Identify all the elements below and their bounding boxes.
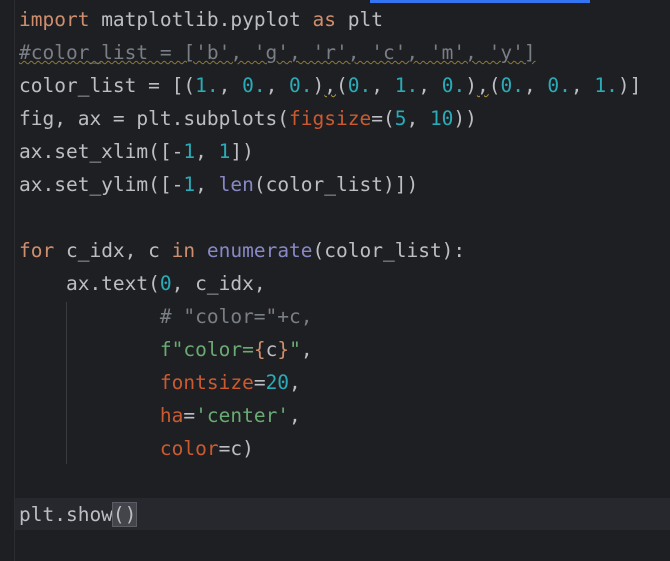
code-text: fig, ax = plt.subplots(	[19, 107, 290, 130]
number: 5	[394, 107, 407, 130]
code-line-4[interactable]: fig, ax = plt.subplots(figsize=(5, 10))	[19, 105, 477, 133]
keyword-in: in	[171, 239, 196, 262]
code-line-5[interactable]: ax.set_xlim([-1, 1])	[19, 138, 254, 166]
fstring-start: f"color=	[159, 338, 254, 361]
code-text: =(	[371, 107, 395, 130]
module-name: matplotlib.pyplot	[89, 8, 313, 31]
comma-warning: ,	[324, 74, 337, 97]
code-editor[interactable]: import matplotlib.pyplot as plt #color_l…	[0, 0, 670, 561]
code-line-1[interactable]: import matplotlib.pyplot as plt	[19, 6, 383, 34]
code-text: ,	[523, 74, 548, 97]
number: 0	[159, 272, 172, 295]
code-text: =	[253, 371, 266, 394]
number: 1	[183, 140, 196, 163]
number: 0.	[500, 74, 524, 97]
code-text: ))	[453, 107, 477, 130]
code-text: ,	[300, 338, 313, 361]
fstring-end: "	[289, 338, 301, 361]
code-line-13[interactable]: ha='center',	[19, 402, 301, 430]
code-line-11[interactable]: f"color={c}",	[19, 336, 313, 364]
keyword-argument: color	[159, 437, 219, 460]
fstring-brace: {	[253, 338, 266, 361]
string-literal: 'center'	[195, 404, 290, 427]
code-text: ,	[218, 74, 243, 97]
code-line-16[interactable]: plt.show()	[19, 501, 138, 529]
number: 0.	[347, 74, 372, 97]
code-text: (color_list):	[312, 239, 466, 262]
fstring-expression: c	[265, 338, 278, 361]
code-text: , c_idx,	[171, 272, 266, 295]
code-text: ,	[570, 74, 595, 97]
code-text: (	[488, 74, 501, 97]
keyword-argument: fontsize	[159, 371, 254, 394]
number: 10	[429, 107, 454, 130]
keyword-argument: figsize	[289, 107, 372, 130]
code-text: plt.show	[19, 503, 113, 526]
code-text: )	[465, 74, 477, 97]
code-text: ,	[265, 74, 290, 97]
keyword-for: for	[19, 239, 55, 262]
code-text: )	[312, 74, 325, 97]
number: 0.	[242, 74, 266, 97]
number: 1.	[594, 74, 618, 97]
comma-warning: ,	[476, 74, 489, 97]
builtin-function: len	[218, 173, 254, 196]
code-text: )]	[617, 74, 642, 97]
code-text: ])	[230, 140, 254, 163]
code-line-2[interactable]: #color_list = ['b', 'g', 'r', 'c', 'm', …	[19, 39, 536, 67]
keyword-as: as	[312, 8, 336, 31]
code-text: ,	[406, 107, 430, 130]
code-line-6[interactable]: ax.set_ylim([-1, len(color_list)])	[19, 171, 418, 199]
code-text: ,	[289, 404, 301, 427]
matched-parentheses: ()	[111, 502, 138, 527]
code-line-12[interactable]: fontsize=20,	[19, 369, 301, 397]
alias-name: plt	[336, 8, 383, 31]
code-text: ,	[195, 140, 219, 163]
code-line-8[interactable]: for c_idx, c in enumerate(color_list):	[19, 237, 465, 265]
code-text: ax.set_xlim([-	[19, 140, 184, 163]
number: 0.	[547, 74, 571, 97]
code-text: (color_list)])	[253, 173, 419, 196]
number: 1	[218, 140, 231, 163]
comment: # "color="+c,	[159, 305, 313, 328]
code-text: color_list = [(	[19, 74, 196, 97]
code-text: =	[183, 404, 196, 427]
number: 0.	[289, 74, 313, 97]
code-text: (	[336, 74, 348, 97]
fstring-brace: }	[277, 338, 290, 361]
editor-tab-strip	[0, 0, 670, 3]
code-text: ,	[371, 74, 395, 97]
code-line-10[interactable]: # "color="+c,	[19, 303, 313, 331]
keyword-import: import	[19, 8, 90, 31]
number: 1	[183, 173, 196, 196]
keyword-argument: ha	[159, 404, 184, 427]
code-text: ,	[195, 173, 219, 196]
code-line-14[interactable]: color=c)	[19, 435, 254, 463]
code-line-3[interactable]: color_list = [(1., 0., 0.),(0., 1., 0.),…	[19, 72, 641, 100]
comment-color-list: #color_list = ['b', 'g', 'r', 'c', 'm', …	[19, 41, 536, 64]
code-text: ,	[289, 371, 301, 394]
code-text: ax.text(	[19, 272, 160, 295]
number: 0.	[441, 74, 466, 97]
number: 1.	[195, 74, 219, 97]
code-text: c_idx, c	[54, 239, 172, 262]
number: 1.	[394, 74, 419, 97]
code-text: =c)	[218, 437, 254, 460]
gutter-divider	[14, 0, 15, 561]
code-text: ,	[418, 74, 442, 97]
builtin-function: enumerate	[206, 239, 313, 262]
code-line-9[interactable]: ax.text(0, c_idx,	[19, 270, 266, 298]
number: 20	[265, 371, 290, 394]
code-text: ax.set_ylim([-	[19, 173, 184, 196]
active-tab-indicator	[370, 0, 590, 3]
